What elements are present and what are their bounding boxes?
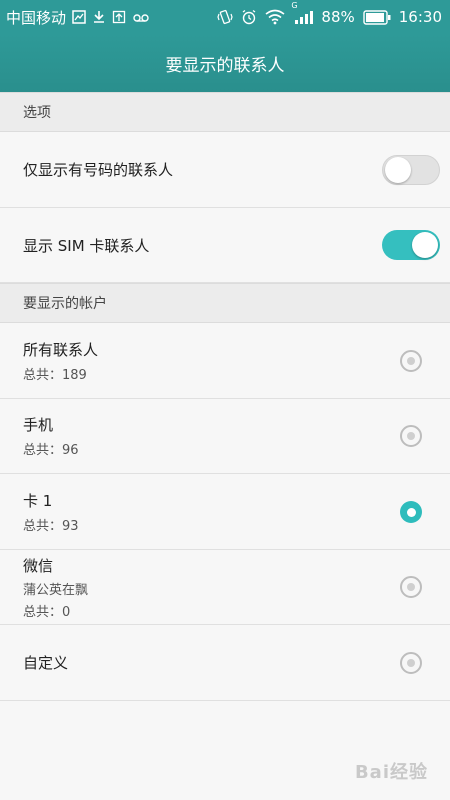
watermark-text: Bai经验 [354,762,428,783]
page-title: 要显示的联系人 [165,55,285,76]
radio-dot [407,357,415,365]
clock: 16:30 [398,8,442,26]
account-name: 卡 1 [23,491,53,510]
section-header-options: 选项 [0,92,450,132]
account-subname: 蒲公英在飘 [23,582,89,598]
section-header-label: 要显示的帐户 [23,296,107,312]
option-label: 显示 SIM 卡联系人 [23,236,150,255]
toggle-knob [385,157,411,183]
account-name: 自定义 [23,654,69,672]
battery-percent: 88% [321,8,355,26]
section-header-label: 选项 [23,105,51,121]
account-name: 所有联系人 [23,340,99,359]
account-item-card1[interactable]: 卡 1 总共：93 [0,474,450,550]
account-item-wechat[interactable]: 微信 蒲公英在飘 总共：0 [0,550,450,625]
signal-icon: G [291,1,314,25]
account-item-custom[interactable]: 自定义 [0,625,450,701]
section-header-accounts: 要显示的帐户 [0,283,450,323]
voicemail-icon [132,10,150,24]
radio-button[interactable] [400,350,422,372]
account-count: 总共：96 [23,443,79,458]
wifi-icon [265,9,285,25]
radio-button[interactable] [400,652,422,674]
option-label: 仅显示有号码的联系人 [23,161,174,179]
option-show-sim-contacts[interactable]: 显示 SIM 卡联系人 [0,208,450,283]
status-bar: 中国移动 G 88% 16:30 [0,0,450,34]
account-count: 总共：189 [23,367,87,383]
battery-icon [363,9,391,25]
radio-dot [407,583,415,591]
account-count: 总共：93 [23,518,79,534]
download-icon [92,10,106,24]
watermark: Bai经验 [355,758,428,784]
account-name: 手机 [23,416,54,434]
radio-dot [406,507,416,517]
show-sim-contacts-toggle[interactable] [382,230,440,260]
upload-icon [112,10,126,24]
toggle-knob [412,232,438,258]
network-badge: G [291,1,298,10]
account-item-all-contacts[interactable]: 所有联系人 总共：189 [0,323,450,399]
carrier-name: 中国移动 [6,8,67,27]
radio-dot [407,659,415,667]
radio-button[interactable] [400,425,422,447]
radio-dot [407,432,415,440]
account-count: 总共：0 [23,604,71,620]
radio-button[interactable] [400,576,422,598]
option-only-with-number[interactable]: 仅显示有号码的联系人 [0,132,450,208]
account-item-phone[interactable]: 手机 总共：96 [0,399,450,474]
alarm-icon [241,9,257,25]
account-name: 微信 [23,556,54,575]
only-with-number-toggle[interactable] [382,155,440,185]
title-bar: 要显示的联系人 [0,34,450,92]
image-notification-icon [72,10,86,24]
radio-button-selected[interactable] [400,501,422,523]
vibrate-icon [217,9,234,25]
